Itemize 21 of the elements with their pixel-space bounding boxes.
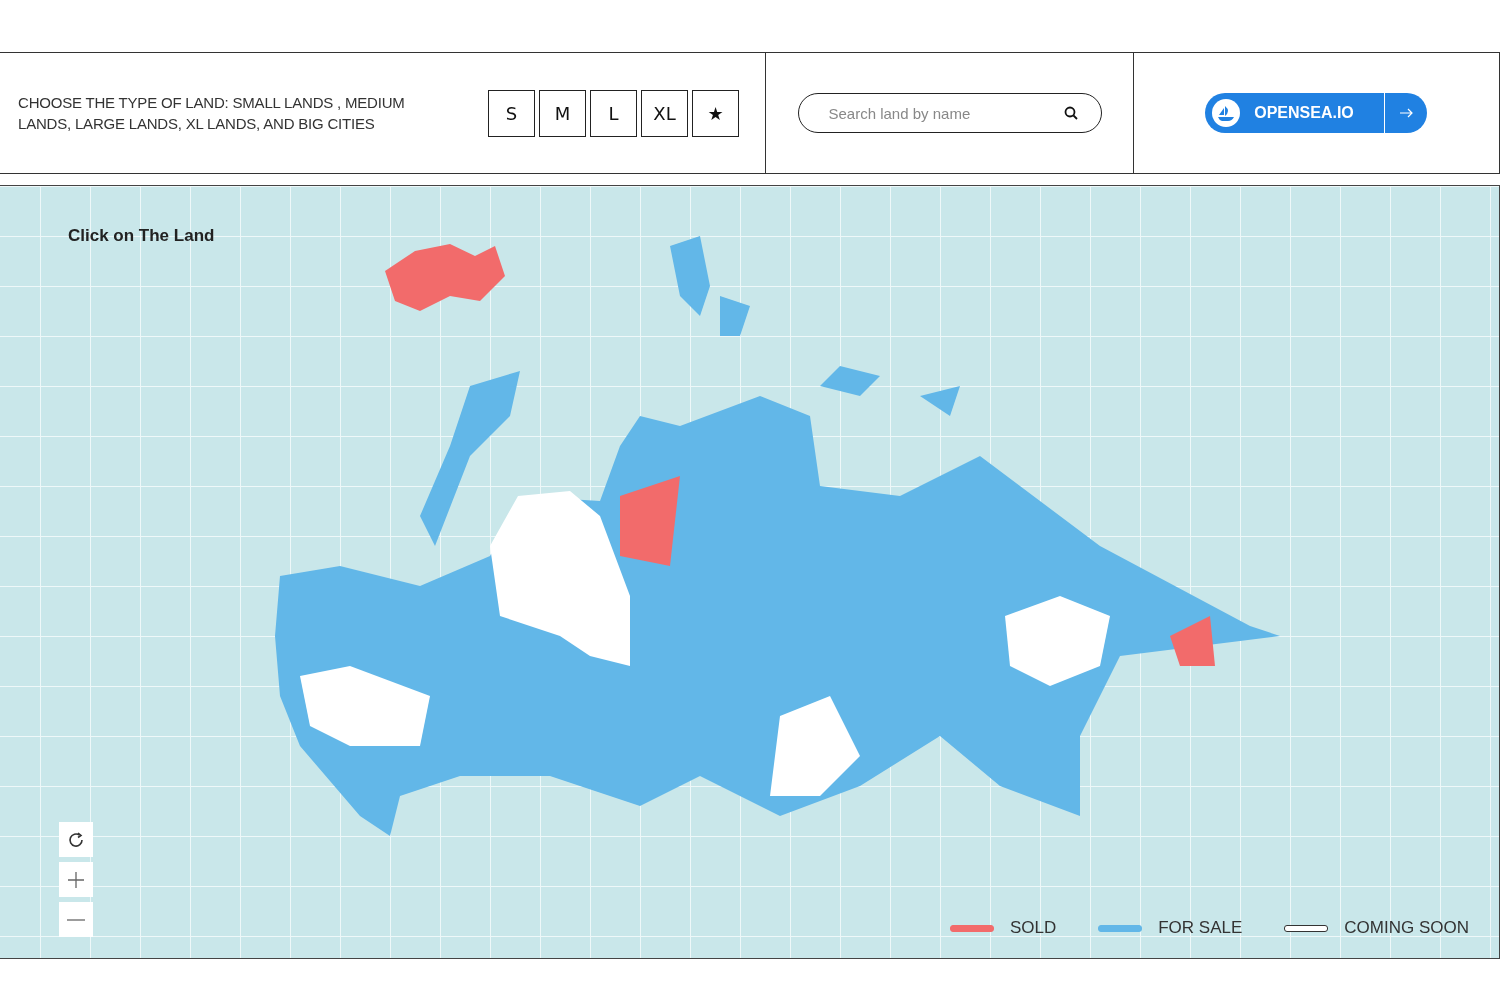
search-icon: [1063, 106, 1078, 120]
reset-button[interactable]: [59, 822, 93, 857]
zoom-out-button[interactable]: [59, 902, 93, 937]
plus-icon: [67, 870, 85, 889]
size-filter-button[interactable]: M: [539, 89, 586, 137]
size-filter-button[interactable]: S: [488, 89, 535, 137]
zoom-in-button[interactable]: [59, 862, 93, 897]
size-filter-button[interactable]: ★: [692, 89, 739, 137]
size-filter-button[interactable]: XL: [641, 89, 688, 137]
size-filter-button[interactable]: L: [590, 89, 637, 137]
arrow-right-icon: [1398, 108, 1413, 118]
legend-label: SOLD: [1009, 918, 1057, 938]
minus-icon: [67, 917, 85, 922]
reset-icon: [67, 830, 85, 849]
legend-label: FOR SALE: [1158, 918, 1243, 938]
map-title: Click on The Land: [68, 226, 215, 246]
search-field[interactable]: Search land by name: [797, 93, 1102, 133]
legend-label: COMING SOON: [1344, 918, 1469, 938]
opensea-button[interactable]: OPENSEA.IO: [1205, 93, 1427, 133]
instruction-text: CHOOSE THE TYPE OF LAND: SMALL LANDS , MEDIUM LANDS, LARGE LANDS, XL LANDS, AND BIG CITIES: [18, 93, 406, 134]
sailboat-icon: [1212, 99, 1241, 127]
